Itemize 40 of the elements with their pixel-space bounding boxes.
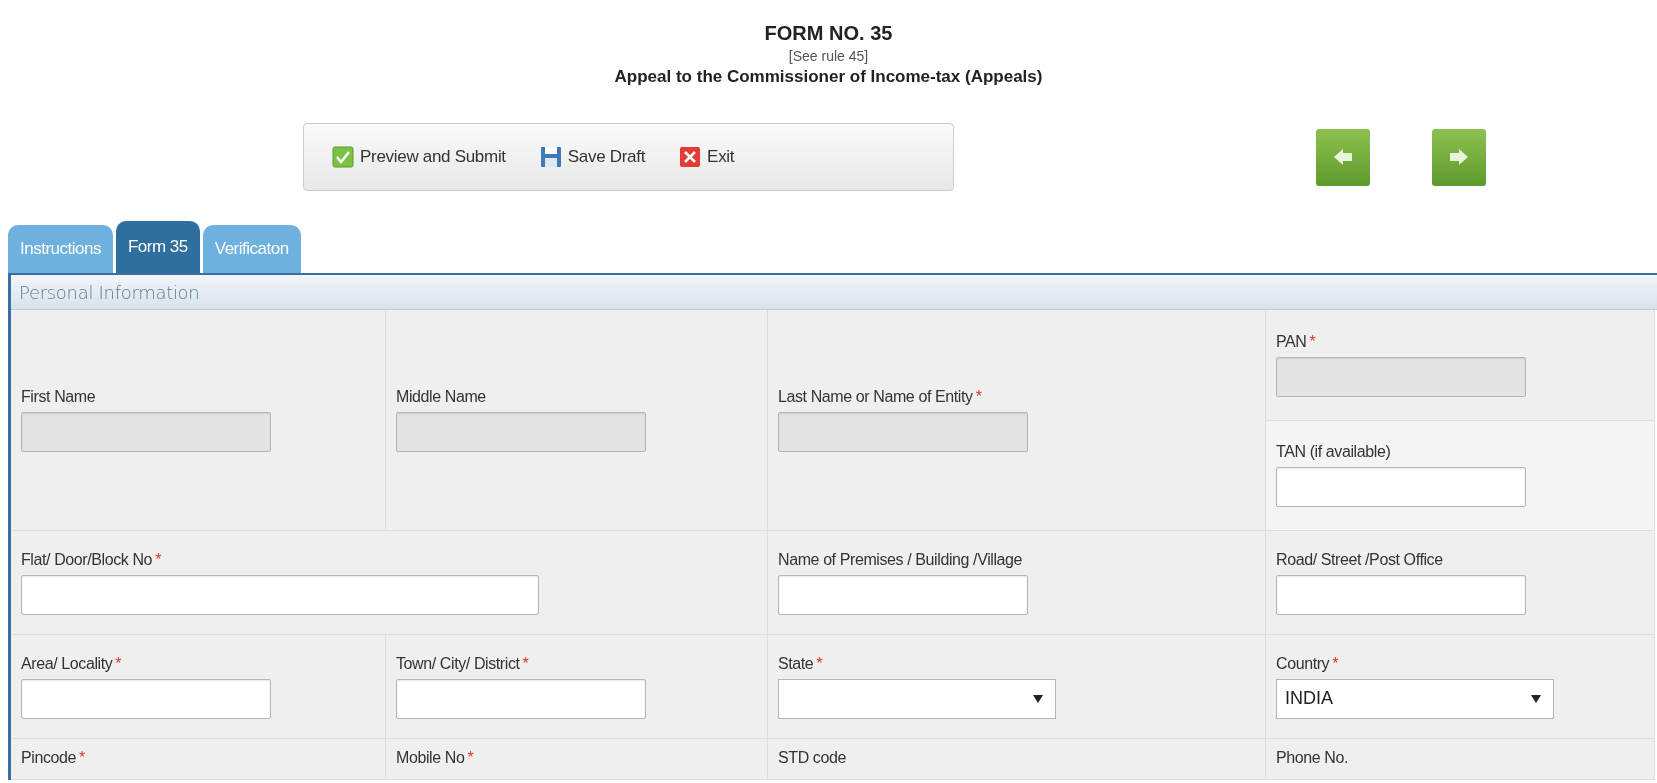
text-field[interactable] <box>21 574 539 615</box>
rule-reference: [See rule 45] <box>788 48 869 64</box>
close-icon <box>679 146 702 168</box>
text-field[interactable] <box>21 678 271 719</box>
field-label: Pincode * <box>21 749 86 767</box>
field-label: Flat/ Door/Block No * <box>21 550 162 569</box>
field-label: TAN (if available) <box>1276 443 1392 462</box>
select-field[interactable]: INDIA <box>1276 678 1554 719</box>
form-title: FORM NO. 35 <box>764 22 893 45</box>
check-icon <box>332 146 354 168</box>
back-button[interactable] <box>1316 128 1370 186</box>
field-label: PAN * <box>1276 332 1317 351</box>
select-field[interactable] <box>778 678 1056 719</box>
toolbar-button[interactable]: Exit <box>677 142 737 172</box>
field-label: Town/ City/ District * <box>396 654 530 673</box>
text-field[interactable] <box>1276 467 1526 508</box>
field-label: Road/ Street /Post Office <box>1276 550 1444 569</box>
field-label: Area/ Locality * <box>21 654 123 673</box>
field-label: Last Name or Name of Entity * <box>778 388 983 406</box>
caret-icon <box>1033 694 1043 703</box>
field-label: STD code <box>778 749 847 767</box>
caret-icon <box>1531 694 1541 703</box>
text-field[interactable] <box>778 574 1028 615</box>
tab[interactable]: Form 35 <box>115 221 200 273</box>
field-label: Country * <box>1276 654 1340 673</box>
right-arrow-icon <box>1449 148 1469 166</box>
text-field[interactable] <box>396 678 646 719</box>
field-label: Phone No. <box>1276 749 1349 767</box>
toolbar-button[interactable]: Preview and Submit <box>330 142 508 172</box>
field-label: Name of Premises / Building /Village <box>778 550 1024 569</box>
text-field[interactable] <box>1276 574 1526 615</box>
field-label: Middle Name <box>396 388 487 406</box>
left-arrow-icon <box>1333 148 1353 166</box>
field-label: Mobile No * <box>396 749 475 767</box>
section-title: Personal Information <box>19 281 200 303</box>
field-label: State * <box>778 654 824 673</box>
form-heading: Appeal to the Commissioner of Income-tax (Appeals) <box>614 67 1043 87</box>
forward-button[interactable] <box>1432 128 1486 186</box>
toolbar-button[interactable]: Save Draft <box>537 142 648 172</box>
field-label: First Name <box>21 388 97 406</box>
